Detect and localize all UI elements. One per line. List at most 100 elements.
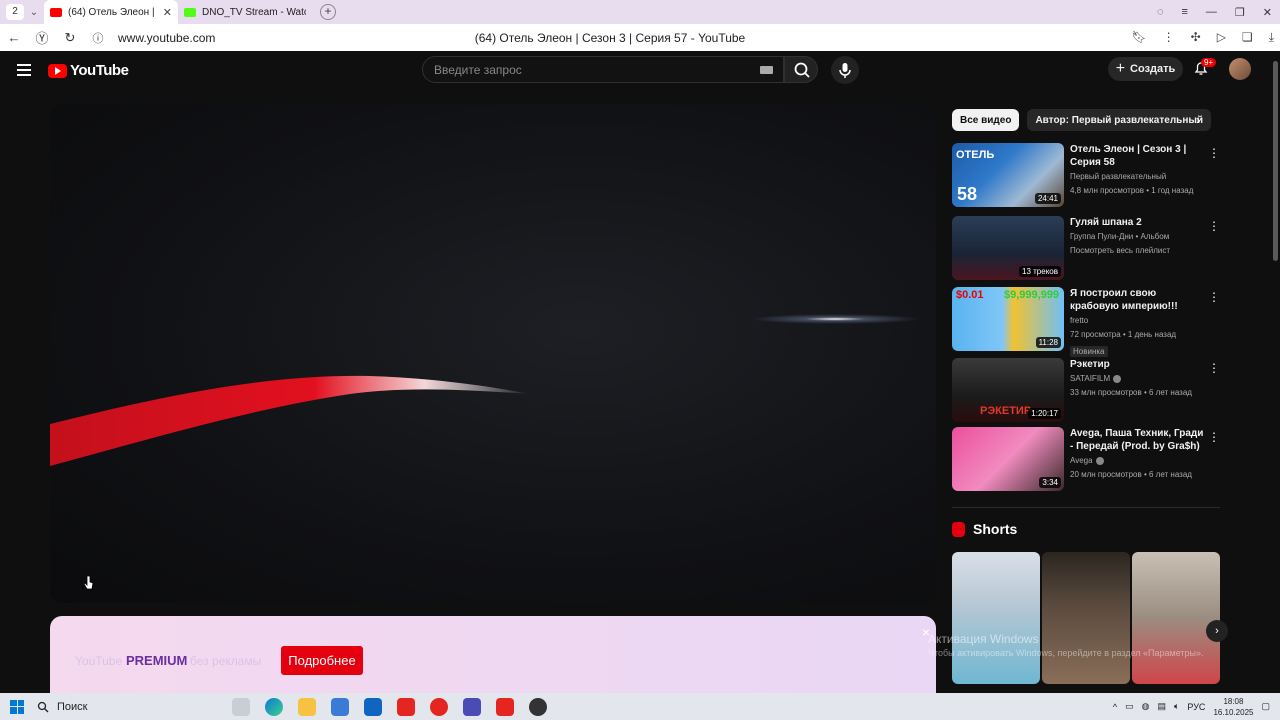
browser-tab-bar: 2 ⌄ (64) Отель Элеон | Сез ✕ DNO_TV Stre…: [0, 0, 1280, 24]
extensions-icon[interactable]: ✣: [1191, 30, 1201, 45]
restore-button[interactable]: ❐: [1235, 6, 1245, 19]
shorts-next-button[interactable]: ›: [1206, 620, 1228, 642]
learn-more-button[interactable]: Подробнее: [281, 646, 363, 675]
more-vert-icon[interactable]: ⋮: [1208, 146, 1220, 160]
video-thumbnail[interactable]: $0.01 $9,999,999 11:28: [952, 287, 1064, 351]
hamburger-menu-icon[interactable]: [17, 64, 31, 79]
short-thumbnail[interactable]: [1042, 552, 1130, 684]
video-player[interactable]: [50, 104, 936, 603]
back-arrow-icon[interactable]: ←: [0, 30, 28, 45]
list-item[interactable]: 3:34 Avega, Паша Техник, Гради - Передай…: [952, 427, 1222, 491]
video-channel[interactable]: Avega: [1070, 456, 1093, 465]
volume-icon[interactable]: 🔈︎: [1174, 701, 1179, 712]
more-vert-icon[interactable]: ⋮: [1208, 361, 1220, 375]
playlist-thumbnail[interactable]: 13 треков: [952, 216, 1064, 280]
tab-count-badge[interactable]: 2: [6, 4, 24, 20]
video-title[interactable]: Я построил свою крабовую империю!!!: [1070, 287, 1206, 313]
site-info-icon[interactable]: ⓘ: [84, 30, 112, 46]
taskbar-search[interactable]: Поиск: [37, 693, 217, 720]
language-indicator[interactable]: РУС: [1187, 702, 1205, 712]
edge-icon[interactable]: [265, 697, 283, 716]
create-button[interactable]: + Создать: [1108, 57, 1183, 81]
mouse-cursor-icon: [84, 575, 94, 590]
youtube-header: YouTube: [0, 51, 1280, 91]
video-title[interactable]: Гуляй шпана 2: [1070, 216, 1206, 229]
chevron-right-icon[interactable]: ›: [1196, 113, 1200, 127]
more-vert-icon[interactable]: ⋮: [1208, 219, 1220, 233]
windows-activation-watermark: Активация Windows: [928, 632, 1039, 646]
chevron-up-icon[interactable]: ^: [1113, 702, 1117, 712]
video-channel[interactable]: Группа Пули-Дни • Альбом: [1070, 230, 1206, 243]
windows-start-icon[interactable]: [10, 699, 24, 714]
minimize-button[interactable]: —: [1206, 6, 1217, 18]
more-vert-icon[interactable]: ⋮: [1208, 430, 1220, 444]
video-thumbnail[interactable]: 3:34: [952, 427, 1064, 491]
download-icon[interactable]: ⤓: [1269, 30, 1274, 45]
video-channel[interactable]: Первый развлекательный: [1070, 170, 1206, 183]
yandex-icon[interactable]: Ⓨ: [28, 28, 56, 47]
video-channel[interactable]: SATAIFILM: [1070, 374, 1110, 383]
voice-search-button[interactable]: [831, 56, 859, 84]
list-item[interactable]: ОТЕЛЬ 58 24:41 Отель Элеон | Сезон 3 | С…: [952, 143, 1222, 207]
media-icon[interactable]: ▷: [1217, 30, 1226, 45]
video-channel[interactable]: fretto: [1070, 314, 1206, 327]
tab-youtube[interactable]: (64) Отель Элеон | Сез ✕: [44, 0, 178, 24]
close-window-button[interactable]: ✕: [1263, 6, 1272, 19]
list-item[interactable]: $0.01 $9,999,999 11:28 Я построил свою к…: [952, 287, 1222, 357]
tab-dno-tv[interactable]: DNO_TV Stream - Watch L: [178, 0, 312, 24]
clock[interactable]: 18:08 16.10.2025: [1213, 696, 1253, 718]
search-button[interactable]: [784, 56, 818, 83]
chevron-down-icon[interactable]: ⌄: [24, 7, 44, 18]
outlook-icon[interactable]: [364, 697, 382, 716]
list-item[interactable]: РЭКЕТИР 1:20:17 Рэкетир SATAIFILM 33 млн…: [952, 358, 1222, 422]
video-title[interactable]: Отель Элеон | Сезон 3 | Серия 58: [1070, 143, 1206, 169]
video-channel-row: Avega: [1070, 454, 1206, 467]
tab-title: DNO_TV Stream - Watch L: [202, 6, 306, 18]
menu-icon[interactable]: ≡: [1181, 6, 1187, 18]
app-icon[interactable]: [463, 697, 481, 716]
network-icon[interactable]: ▤: [1157, 701, 1166, 712]
user-avatar[interactable]: [1229, 58, 1251, 80]
yandex-app-icon[interactable]: [397, 697, 415, 716]
thumb-episode-number: 58: [957, 184, 978, 204]
yandex-browser-active-icon[interactable]: [496, 697, 514, 716]
page-scrollbar[interactable]: [1271, 51, 1280, 693]
short-thumbnail[interactable]: [1132, 552, 1220, 684]
video-frame-red-streak: [50, 375, 530, 466]
video-title[interactable]: Avega, Паша Техник, Гради - Передай (Pro…: [1070, 427, 1206, 453]
chip-author[interactable]: Автор: Первый развлекательный: [1027, 109, 1212, 131]
video-thumbnail[interactable]: РЭКЕТИР 1:20:17: [952, 358, 1064, 422]
list-item[interactable]: 13 треков Гуляй шпана 2 Группа Пули-Дни …: [952, 216, 1222, 280]
shorts-title: Shorts: [973, 521, 1018, 537]
url-text[interactable]: www.youtube.com: [118, 31, 215, 45]
short-thumbnail[interactable]: [952, 552, 1040, 684]
more-vert-icon[interactable]: ⋮: [1163, 30, 1175, 45]
banner-faded-text-right: без рекламы: [190, 654, 262, 668]
obs-icon[interactable]: [529, 697, 547, 716]
search-icon: [37, 701, 49, 712]
close-tab-icon[interactable]: ✕: [163, 6, 172, 19]
task-view-icon[interactable]: [232, 697, 250, 716]
file-explorer-icon[interactable]: [298, 697, 316, 716]
microphone-icon[interactable]: ◍: [1142, 701, 1150, 712]
search-input[interactable]: [423, 57, 743, 82]
thumb-text: РЭКЕТИР: [980, 405, 1032, 417]
more-vert-icon[interactable]: ⋮: [1208, 290, 1220, 304]
new-tab-button[interactable]: +: [320, 4, 336, 20]
create-label: Создать: [1130, 63, 1176, 75]
youtube-logo[interactable]: YouTube: [48, 62, 129, 79]
video-thumbnail[interactable]: ОТЕЛЬ 58 24:41: [952, 143, 1064, 207]
scrollbar-thumb[interactable]: [1273, 61, 1278, 261]
tray-icon[interactable]: ▭: [1125, 701, 1134, 712]
store-icon[interactable]: [331, 697, 349, 716]
collections-icon[interactable]: ❏: [1242, 30, 1253, 45]
notification-center-icon[interactable]: ▢: [1261, 701, 1270, 712]
profile-icon[interactable]: ◌: [1157, 6, 1164, 18]
chip-all-videos[interactable]: Все видео: [952, 109, 1020, 131]
yandex-browser-icon[interactable]: [430, 697, 448, 716]
bookmark-icon[interactable]: 🔖︎: [1131, 30, 1146, 45]
keyboard-icon[interactable]: [760, 66, 773, 74]
reload-icon[interactable]: ↻: [56, 30, 84, 46]
video-title[interactable]: Рэкетир: [1070, 358, 1206, 371]
video-meta[interactable]: Посмотреть весь плейлист: [1070, 244, 1206, 257]
